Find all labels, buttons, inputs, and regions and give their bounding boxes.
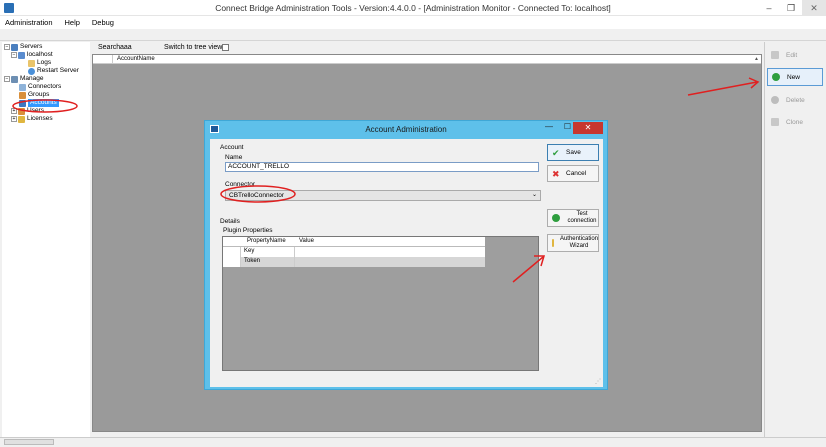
search-label: Search: [98, 44, 121, 51]
collapse-icon[interactable]: −: [4, 44, 10, 50]
details-label: Details: [220, 218, 240, 225]
title-bar: Connect Bridge Administration Tools - Ve…: [0, 0, 826, 16]
connector-label: Connector: [225, 181, 255, 188]
wizard-icon: [552, 239, 554, 247]
dialog-close-button[interactable]: ✕: [573, 122, 603, 134]
grid-header: AccountName ▲: [93, 55, 761, 64]
row-header: [223, 257, 241, 267]
plugin-properties-label: Plugin Properties: [223, 227, 273, 234]
tree-item-servers[interactable]: − Servers: [4, 43, 42, 51]
resize-grip-icon[interactable]: ⋰: [595, 378, 601, 385]
connector-select[interactable]: CBTrelloConnector ⌄: [225, 190, 541, 201]
expand-icon[interactable]: +: [11, 108, 17, 114]
clone-icon: [771, 118, 779, 126]
name-label: Name: [225, 154, 243, 161]
tree-view-label: Switch to tree view: [164, 44, 223, 51]
property-key: Key: [241, 247, 295, 257]
edit-button[interactable]: Edit: [767, 46, 823, 64]
plugin-grid-header: PropertyName Value: [223, 237, 485, 247]
servers-icon: [11, 43, 18, 51]
row-header: [223, 247, 241, 257]
column-propertyname[interactable]: PropertyName: [247, 238, 286, 244]
authentication-wizard-button[interactable]: Authentication Wizard: [547, 234, 599, 252]
status-segment: [4, 439, 54, 445]
connection-icon: [552, 214, 560, 222]
chevron-down-icon: ⌄: [531, 192, 537, 198]
server-icon: [18, 51, 25, 59]
dialog-title-bar: Account Administration — ☐ ✕: [205, 121, 607, 137]
auth-line-1: Authentication: [559, 236, 598, 242]
menu-help[interactable]: Help: [59, 16, 84, 27]
new-button[interactable]: New: [767, 68, 823, 86]
auth-line-2: Wizard: [569, 243, 589, 249]
users-icon: [18, 107, 25, 115]
x-icon: ✖: [552, 168, 560, 179]
test-line-1: Test: [576, 211, 588, 217]
edit-icon: [771, 51, 779, 59]
plus-icon: [772, 73, 780, 81]
close-button[interactable]: ✕: [802, 0, 826, 16]
collapse-icon[interactable]: −: [11, 52, 17, 58]
window-title: Connect Bridge Administration Tools - Ve…: [215, 3, 611, 13]
tree-view-checkbox[interactable]: [222, 44, 229, 51]
menu-administration[interactable]: Administration: [0, 16, 58, 27]
accounts-icon: [19, 99, 26, 107]
table-row[interactable]: Token: [223, 257, 485, 267]
logs-icon: [28, 59, 35, 67]
property-key: Token: [241, 257, 295, 267]
collapse-icon[interactable]: −: [4, 76, 10, 82]
tree-item-connectors[interactable]: Connectors: [19, 83, 61, 91]
groups-icon: [19, 91, 26, 99]
search-row: Search aaa Switch to tree view: [92, 42, 762, 54]
test-line-2: connection: [567, 218, 597, 224]
connector-value: CBTrelloConnector: [229, 192, 285, 199]
dialog-minimize-button[interactable]: —: [545, 122, 553, 131]
manage-icon: [11, 75, 18, 83]
account-administration-dialog: Account Administration — ☐ ✕ Account Nam…: [204, 120, 608, 390]
search-input[interactable]: aaa: [120, 44, 132, 51]
cancel-button[interactable]: ✖ Cancel: [547, 165, 599, 182]
plugin-properties-grid[interactable]: PropertyName Value Key Token: [222, 236, 539, 371]
connectors-icon: [19, 83, 26, 91]
row-header-corner: [93, 55, 113, 64]
dialog-maximize-button[interactable]: ☐: [564, 122, 571, 131]
tree-item-logs[interactable]: Logs: [28, 59, 51, 67]
tree-item-manage[interactable]: − Manage: [4, 75, 44, 83]
delete-icon: [771, 96, 779, 104]
save-button[interactable]: ✔ Save: [547, 144, 599, 161]
menu-bar: Administration Help Debug: [0, 16, 826, 29]
scroll-up-icon[interactable]: ▲: [754, 56, 759, 62]
licenses-icon: [18, 115, 25, 123]
test-connection-button[interactable]: Test connection: [547, 209, 599, 227]
tree-item-localhost[interactable]: − localhost: [11, 51, 53, 59]
maximize-button[interactable]: ❐: [780, 0, 802, 16]
actions-panel: Edit New Delete Clone: [764, 42, 826, 437]
expand-icon[interactable]: +: [11, 116, 17, 122]
tree-item-restart-server[interactable]: Restart Server: [28, 67, 79, 75]
navigation-tree: − Servers − localhost Logs Restart Serve…: [2, 42, 90, 437]
delete-button[interactable]: Delete: [767, 91, 823, 109]
dialog-body: Account Name ACCOUNT_TRELLO Connector CB…: [210, 139, 603, 387]
tree-item-accounts[interactable]: Accounts: [19, 99, 59, 107]
property-value-cell[interactable]: [295, 257, 485, 267]
property-value-cell[interactable]: [295, 247, 485, 257]
account-group-label: Account: [220, 144, 244, 151]
minimize-button[interactable]: –: [758, 0, 780, 16]
status-bar: [0, 437, 826, 447]
menu-debug[interactable]: Debug: [87, 16, 119, 27]
column-value[interactable]: Value: [299, 238, 314, 244]
tree-item-licenses[interactable]: + Licenses: [11, 115, 53, 123]
clone-button[interactable]: Clone: [767, 113, 823, 131]
tree-item-users[interactable]: + Users: [11, 107, 44, 115]
tree-item-groups[interactable]: Groups: [19, 91, 49, 99]
table-row[interactable]: Key: [223, 247, 485, 257]
checkmark-icon: ✔: [552, 147, 560, 158]
restart-icon: [28, 67, 35, 75]
name-input[interactable]: ACCOUNT_TRELLO: [225, 162, 539, 172]
toolstrip: [0, 29, 826, 41]
column-accountname[interactable]: AccountName: [117, 56, 155, 62]
